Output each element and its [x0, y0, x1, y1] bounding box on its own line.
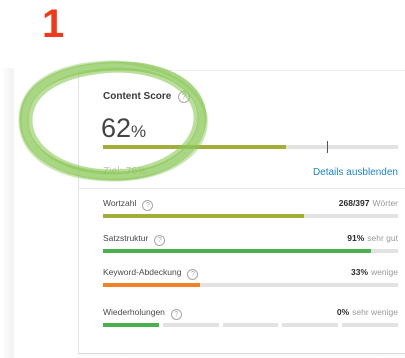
content-score-title: Content Score [103, 91, 171, 102]
content-score-panel: Content Score ? 62% Ziel: 76% Details au… [78, 70, 405, 354]
info-icon[interactable]: ? [187, 269, 199, 280]
metric-bar [103, 214, 398, 218]
metric-wortzahl: Wortzahl? 268/397 Wörter [103, 198, 398, 226]
metric-label: Satzstruktur? [103, 233, 166, 246]
metric-bar-fill [103, 249, 372, 253]
metric-label-text: Keyword-Abdeckung [103, 267, 182, 277]
metric-bar-fill [103, 283, 201, 287]
metric-wiederholungen: Wiederholungen? 0% sehr wenige [103, 307, 398, 335]
metric-value: 0% sehr wenige [337, 307, 398, 317]
content-score-bar [103, 141, 398, 153]
metric-value-text: 33% [351, 267, 369, 277]
metric-bar [103, 249, 398, 253]
info-icon[interactable]: ? [142, 200, 154, 211]
content-score-number: 62 [101, 113, 132, 143]
content-score-value: 62% [101, 113, 146, 144]
metric-label: Wortzahl? [103, 198, 154, 211]
metric-value: 91% sehr gut [347, 233, 398, 243]
metric-bar-fill [103, 214, 304, 218]
panel-divider [79, 188, 405, 189]
metric-value-text: 91% [347, 233, 365, 243]
metric-label: Wiederholungen? [103, 307, 182, 320]
metric-value-text: 268/397 [338, 198, 370, 208]
metric-segment [162, 323, 219, 327]
metric-tag: Wörter [372, 198, 399, 208]
metric-value: 33% wenige [351, 267, 398, 277]
left-edge-shadow [0, 68, 14, 358]
metric-label-text: Wortzahl [103, 198, 137, 208]
metric-label: Keyword-Abdeckung? [103, 267, 199, 280]
metric-segment [282, 323, 339, 327]
metric-segment [342, 323, 398, 327]
metric-label-text: Wiederholungen [103, 307, 165, 317]
content-score-info-icon[interactable]: ? [178, 91, 190, 103]
content-score-target-marker [327, 141, 329, 153]
metric-segmented-bar [103, 323, 398, 327]
metric-bar [103, 283, 398, 287]
content-score-target-label: Ziel: 76% [103, 166, 147, 177]
metric-keyword-abdeckung: Keyword-Abdeckung? 33% wenige [103, 267, 398, 295]
metric-satzstruktur: Satzstruktur? 91% sehr gut [103, 233, 398, 261]
content-score-title-text: Content Score [103, 91, 172, 102]
metric-segment [103, 323, 159, 327]
metric-label-text: Satzstruktur [103, 233, 149, 243]
step-number: 1 [42, 2, 65, 46]
metric-tag: sehr wenige [352, 307, 398, 317]
metric-tag: sehr gut [367, 233, 398, 243]
metric-value: 268/397 Wörter [339, 198, 398, 208]
metric-value-text: 0% [336, 307, 350, 317]
metric-tag: wenige [371, 267, 398, 277]
content-score-unit: % [131, 122, 147, 141]
details-toggle-link[interactable]: Details ausblenden [313, 167, 398, 178]
metric-segment [222, 323, 279, 327]
info-icon[interactable]: ? [170, 309, 182, 320]
info-icon[interactable]: ? [154, 235, 166, 246]
content-score-bar-fill [103, 145, 286, 149]
